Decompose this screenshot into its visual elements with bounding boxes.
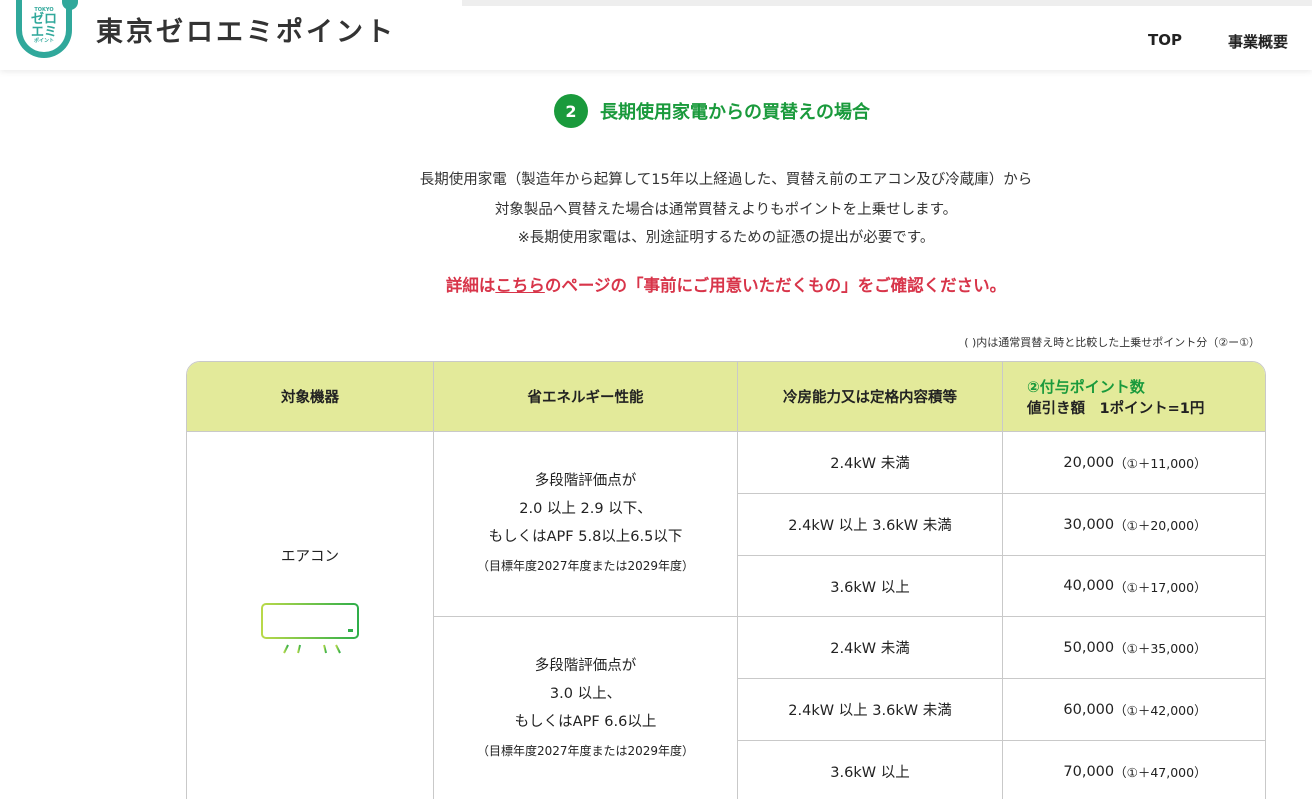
site-title[interactable]: 東京ゼロエミポイント — [96, 10, 396, 49]
capacity-cell: 2.4kW 未満 — [738, 617, 1003, 679]
perf-line: 多段階評価点が — [534, 658, 637, 674]
performance-cell: 多段階評価点が 2.0 以上 2.9 以下、 もしくはAPF 5.8以上6.5以… — [434, 432, 738, 617]
points-value: 70,000 — [1063, 763, 1115, 780]
header-points-sub: 値引き額 1ポイント=1円 — [1027, 400, 1205, 417]
perf-note: （目標年度2027年度または2029年度） — [476, 559, 695, 573]
header-device: 対象機器 — [187, 362, 434, 432]
header-performance: 省エネルギー性能 — [434, 362, 738, 432]
details-link[interactable]: こちら — [495, 276, 545, 295]
points-diff: （①＋17,000） — [1114, 579, 1207, 595]
header-points: ②付与ポイント数 値引き額 1ポイント=1円 — [1003, 362, 1265, 432]
notice-text: 詳細はこちらのページの「事前にご用意いただくもの」をご確認ください。 — [0, 272, 1312, 296]
perf-line: 3.0 以上、 — [549, 686, 622, 702]
points-diff: （①＋20,000） — [1114, 518, 1207, 533]
nav-about-link[interactable]: 事業概要 — [1228, 31, 1288, 52]
points-cell: 30,000 （①＋20,000） — [1003, 494, 1265, 556]
section-number-badge: 2 — [554, 94, 588, 128]
header-points-title: ②付与ポイント数 — [1027, 377, 1145, 396]
points-cell: 40,000 （①＋17,000） — [1003, 556, 1265, 617]
points-value: 40,000 — [1063, 578, 1115, 594]
logo-leaf-icon — [62, 0, 78, 10]
capacity-cell: 2.4kW 以上 3.6kW 未満 — [738, 679, 1003, 741]
capacity-cell: 3.6kW 以上 — [738, 556, 1003, 617]
points-diff: （①＋42,000） — [1114, 703, 1207, 718]
points-cell: 60,000 （①＋42,000） — [1003, 679, 1265, 741]
perf-line: 2.0 以上 2.9 以下、 — [519, 501, 652, 517]
capacity-cell: 2.4kW 以上 3.6kW 未満 — [738, 494, 1003, 556]
points-value: 20,000 — [1063, 454, 1115, 471]
logo-inner: TOKYO ゼロ エミ ポイント — [22, 0, 66, 52]
nav-top-link[interactable]: TOP — [1148, 31, 1182, 49]
points-table: 対象機器 省エネルギー性能 冷房能力又は定格内容積等 ②付与ポイント数 値引き額… — [186, 361, 1266, 799]
points-diff: （①＋11,000） — [1114, 456, 1207, 471]
header-capacity: 冷房能力又は定格内容積等 — [738, 362, 1003, 432]
logo-line3: ポイント — [33, 38, 54, 44]
air-conditioner-icon — [261, 603, 359, 654]
points-diff: （①＋47,000） — [1114, 765, 1207, 780]
notice-suffix: のページの「事前にご用意いただくもの」をご確認ください。 — [544, 276, 1007, 295]
device-name: エアコン — [281, 549, 339, 565]
points-cell: 50,000 （①＋35,000） — [1003, 617, 1265, 679]
perf-line: もしくはAPF 5.8以上6.5以下 — [488, 529, 683, 545]
points-cell: 20,000 （①＋11,000） — [1003, 432, 1265, 494]
table-note: ( )内は通常買替え時と比較した上乗せポイント分（②ー①） — [964, 336, 1260, 349]
perf-note: （目標年度2027年度または2029年度） — [476, 744, 695, 758]
points-cell: 70,000 （①＋47,000） — [1003, 741, 1265, 799]
description-line-1: 長期使用家電（製造年から起算して15年以上経過した、買替え前のエアコン及び冷蔵庫… — [419, 172, 1033, 188]
points-value: 60,000 — [1063, 701, 1115, 718]
section-title: 長期使用家電からの買替えの場合 — [600, 102, 870, 123]
points-value: 50,000 — [1063, 639, 1115, 656]
perf-line: もしくはAPF 6.6以上 — [514, 714, 657, 730]
points-diff: （①＋35,000） — [1114, 641, 1207, 656]
site-header: TOKYO ゼロ エミ ポイント 東京ゼロエミポイント TOP 事業概要 — [0, 0, 1312, 70]
description-line-3: ※長期使用家電は、別途証明するための証憑の提出が必要です。 — [517, 230, 935, 246]
header-strip — [462, 0, 1312, 6]
perf-line: 多段階評価点が — [534, 473, 637, 489]
points-value: 30,000 — [1063, 516, 1115, 533]
performance-cell: 多段階評価点が 3.0 以上、 もしくはAPF 6.6以上 （目標年度2027年… — [434, 617, 738, 799]
device-cell: エアコン — [187, 432, 434, 799]
description-line-2: 対象製品へ買替えた場合は通常買替えよりもポイントを上乗せします。 — [494, 202, 958, 218]
site-logo[interactable]: TOKYO ゼロ エミ ポイント — [16, 0, 72, 58]
capacity-cell: 2.4kW 未満 — [738, 432, 1003, 494]
capacity-cell: 3.6kW 以上 — [738, 741, 1003, 799]
notice-prefix: 詳細は — [445, 276, 496, 295]
section-heading: 2 長期使用家電からの買替えの場合 — [554, 94, 870, 128]
